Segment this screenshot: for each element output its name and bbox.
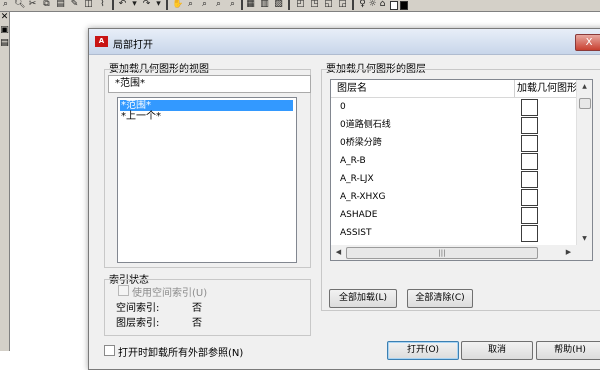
layer-index-value: 否 — [192, 318, 202, 329]
views-list[interactable]: *范围* *上一个* — [117, 97, 297, 263]
autocad-app-icon: A — [95, 36, 108, 47]
partial-open-dialog: A 局部打开 X 要加载几何图形的视图 *范围* *范围* *上一个* 索引状态… — [88, 28, 600, 370]
load-geometry-checkbox[interactable] — [521, 207, 538, 224]
app-toolbar: ⌕ 🔍︎ ✂ ⧉ ▤ ✎ ◫ ⌇ ↶ ▾ ↷ ▾ ✋ ⌕ ⌕ ⌕ ⌕ ▦ ▥ ▨… — [0, 0, 600, 12]
spatial-index-checkbox[interactable] — [118, 285, 129, 296]
layer-name: ASHADE — [340, 210, 378, 220]
table-row[interactable]: A_R-XHXG — [331, 188, 576, 206]
list-item[interactable]: *范围* — [120, 100, 293, 111]
open-icon[interactable]: ⌕ — [1, 0, 10, 9]
load-geometry-checkbox[interactable] — [521, 153, 538, 170]
layer-name: 0道路侧石线 — [340, 120, 391, 130]
layer-manager-icon[interactable]: ◰ — [296, 0, 305, 9]
toolbar-separator — [352, 0, 354, 10]
layer-name: ASSIST — [340, 228, 372, 238]
properties-icon[interactable]: ▦ — [246, 0, 255, 9]
table-row[interactable]: 0道路侧石线 — [331, 116, 576, 134]
paste-icon[interactable]: ▤ — [56, 0, 65, 9]
column-header-layer-name[interactable]: 图层名 — [337, 80, 367, 97]
unload-xrefs-label: 打开时卸载所有外部参照(N) — [118, 348, 244, 359]
table-row[interactable]: 0 — [331, 98, 576, 116]
zoom-realtime-icon[interactable]: ⌕ — [186, 0, 195, 9]
layer-name: 0 — [340, 102, 346, 112]
table-row[interactable]: ASSIST — [331, 224, 576, 242]
color-swatch-icon[interactable] — [400, 1, 408, 10]
toolbar-separator — [112, 0, 114, 10]
redo-icon[interactable]: ↷ — [142, 0, 151, 9]
lightbulb-icon[interactable]: ♀ — [358, 0, 367, 9]
palette-icon[interactable]: ▣ — [0, 25, 9, 35]
design-center-icon[interactable]: ▥ — [260, 0, 269, 9]
layer-name: A_R-B — [340, 156, 366, 166]
clear-all-button[interactable]: 全部清除(C) — [407, 289, 473, 308]
left-palette: ✕ ▣ ▤ — [0, 12, 10, 351]
sun-icon[interactable]: ☼ — [368, 0, 377, 9]
table-row[interactable]: A_R-B — [331, 152, 576, 170]
chevron-down-icon[interactable]: ▾ — [154, 0, 163, 9]
table-row[interactable]: 0桥梁分跨 — [331, 134, 576, 152]
palette-icon[interactable]: ▤ — [0, 38, 9, 48]
load-geometry-checkbox[interactable] — [521, 171, 538, 188]
layers-table[interactable]: 图层名 加载几何图形 0 0道路侧石线 0桥梁分跨 A_R-B A_R-LJX … — [330, 79, 593, 247]
layer-name: A_R-XHXG — [340, 192, 386, 202]
close-button[interactable]: X — [575, 34, 600, 51]
zoom-icon[interactable]: 🔍︎ — [14, 0, 25, 9]
load-geometry-checkbox[interactable] — [521, 189, 538, 206]
layer-isolate-icon[interactable]: ◲ — [338, 0, 347, 9]
brush-icon[interactable]: ⌇ — [98, 0, 107, 9]
spatial-index-label: 空间索引: — [116, 303, 160, 314]
copy-icon[interactable]: ⧉ — [42, 0, 51, 9]
spatial-index-checkbox-label: 使用空间索引(U) — [132, 288, 208, 299]
scroll-up-icon[interactable]: ▲ — [577, 80, 592, 94]
list-item[interactable]: *上一个* — [120, 111, 161, 122]
scroll-down-icon[interactable]: ▼ — [577, 232, 592, 246]
spatial-index-value: 否 — [192, 303, 202, 314]
chevron-down-icon[interactable]: ▾ — [130, 0, 139, 9]
dialog-titlebar[interactable]: A 局部打开 X — [89, 29, 600, 55]
dialog-title: 局部打开 — [113, 40, 153, 51]
tool-palette-icon[interactable]: ▨ — [274, 0, 283, 9]
zoom-previous-icon[interactable]: ⌕ — [214, 0, 223, 9]
scroll-left-icon[interactable]: ◀ — [331, 245, 346, 260]
toolbar-separator — [166, 0, 168, 10]
table-row[interactable]: A_R-LJX — [331, 170, 576, 188]
load-geometry-checkbox[interactable] — [521, 99, 538, 116]
scroll-thumb[interactable]: ||| — [346, 247, 538, 259]
toolbar-separator — [241, 0, 243, 10]
layer-state-icon[interactable]: ◳ — [310, 0, 319, 9]
table-row[interactable]: ASHADE — [331, 206, 576, 224]
layer-previous-icon[interactable]: ◱ — [324, 0, 333, 9]
layer-name: 0桥梁分跨 — [340, 138, 382, 148]
layer-index-label: 图层索引: — [116, 318, 160, 329]
scroll-thumb[interactable] — [579, 98, 591, 109]
load-geometry-checkbox[interactable] — [521, 225, 538, 242]
match-properties-icon[interactable]: ✎ — [70, 0, 79, 9]
scroll-right-icon[interactable]: ▶ — [561, 245, 576, 260]
current-view-field: *范围* — [108, 75, 311, 93]
column-header-load-geometry[interactable]: 加载几何图形 — [517, 80, 576, 97]
load-geometry-checkbox[interactable] — [521, 135, 538, 152]
horizontal-scrollbar[interactable]: ◀ ||| ▶ — [330, 245, 593, 261]
zoom-window-icon[interactable]: ⌕ — [200, 0, 209, 9]
load-geometry-checkbox[interactable] — [521, 117, 538, 134]
lock-icon[interactable]: ⌂ — [378, 0, 387, 9]
layer-name: A_R-LJX — [340, 174, 374, 184]
pan-icon[interactable]: ✋ — [172, 0, 183, 9]
undo-icon[interactable]: ↶ — [118, 0, 127, 9]
cut-icon[interactable]: ✂ — [28, 0, 37, 9]
toolbar-separator — [288, 0, 290, 10]
zoom-extents-icon[interactable]: ⌕ — [228, 0, 237, 9]
vertical-scrollbar[interactable]: ▲ ▼ — [576, 80, 592, 246]
close-icon[interactable]: ✕ — [0, 12, 9, 22]
column-divider — [514, 80, 515, 97]
color-swatch-icon[interactable] — [390, 1, 398, 10]
match-icon[interactable]: ◫ — [84, 0, 93, 9]
load-all-button[interactable]: 全部加载(L) — [329, 289, 397, 308]
